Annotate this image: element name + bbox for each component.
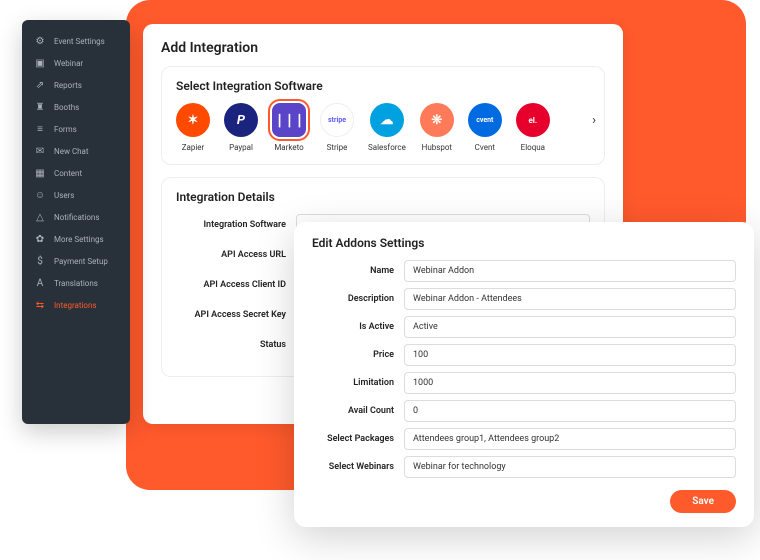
cvent-icon: cvent	[468, 103, 502, 137]
software-paypal[interactable]: P Paypal	[224, 103, 258, 152]
salesforce-icon: ☁	[370, 103, 404, 137]
sidebar: ⚙ Event Settings ▣ Webinar ⇗ Reports ♜ Booth…	[22, 20, 130, 424]
field-label: Select Packages	[312, 434, 404, 444]
sidebar-item-label: More Settings	[54, 235, 104, 244]
field-label: API Access URL	[176, 250, 296, 260]
name-input[interactable]	[404, 260, 736, 282]
field-label: Price	[312, 350, 404, 360]
eloqua-icon: el.	[516, 103, 550, 137]
sidebar-item-payment-setup[interactable]: $ Payment Setup	[22, 250, 130, 272]
hubspot-icon: ❊	[420, 103, 454, 137]
field-label: Limitation	[312, 378, 404, 388]
field-label: Is Active	[312, 322, 404, 332]
field-label: Avail Count	[312, 406, 404, 416]
stripe-icon: stripe	[320, 103, 354, 137]
sidebar-item-booths[interactable]: ♜ Booths	[22, 96, 130, 118]
software-label: Eloqua	[521, 143, 545, 152]
sidebar-item-label: Integrations	[54, 301, 97, 310]
save-button[interactable]: Save	[670, 490, 736, 513]
field-label: Select Webinars	[312, 462, 404, 472]
sidebar-item-label: Translations	[54, 279, 98, 288]
webinars-input[interactable]	[404, 456, 736, 478]
payment-icon: $	[34, 255, 46, 267]
sidebar-item-content[interactable]: ▦ Content	[22, 162, 130, 184]
chevron-right-icon: ›	[592, 113, 596, 128]
sidebar-item-more-settings[interactable]: ✿ More Settings	[22, 228, 130, 250]
software-row: ✶Zapier PPaypal ❘❘❘Marketo stripeStripe …	[176, 103, 590, 152]
sidebar-item-integrations[interactable]: ⇆ Integrations	[22, 294, 130, 316]
sidebar-item-reports[interactable]: ⇗ Reports	[22, 74, 130, 96]
video-icon: ▣	[34, 57, 46, 69]
sidebar-item-translations[interactable]: A Translations	[22, 272, 130, 294]
edit-addons-modal: Edit Addons Settings Name Description Is…	[294, 222, 754, 527]
section-title: Select Integration Software	[176, 79, 590, 93]
software-zapier[interactable]: ✶ Zapier	[176, 103, 210, 152]
marketo-icon: ❘❘❘	[272, 103, 306, 137]
sidebar-item-event-settings[interactable]: ⚙ Event Settings	[22, 30, 130, 52]
zapier-icon: ✶	[176, 103, 210, 137]
software-hubspot[interactable]: ❊ Hubspot	[420, 103, 454, 152]
section-title: Integration Details	[176, 190, 590, 204]
chat-icon: ✉	[34, 145, 46, 157]
description-input[interactable]	[404, 288, 736, 310]
sidebar-item-label: Event Settings	[54, 37, 105, 46]
software-stripe[interactable]: stripe Stripe	[320, 103, 354, 152]
software-select-box: Select Integration Software ✶ Zapier P Pay…	[161, 66, 605, 165]
sidebar-item-label: Payment Setup	[54, 257, 108, 266]
gear-icon: ⚙	[34, 35, 46, 47]
user-icon: ☺	[34, 189, 46, 201]
paypal-icon: P	[224, 103, 258, 137]
software-salesforce[interactable]: ☁ Salesforce	[368, 103, 406, 152]
field-label: Name	[312, 266, 404, 276]
content-icon: ▦	[34, 167, 46, 179]
sidebar-item-users[interactable]: ☺ Users	[22, 184, 130, 206]
software-label: Stripe	[327, 143, 348, 152]
bell-icon: △	[34, 211, 46, 223]
sidebar-item-new-chat[interactable]: ✉ New Chat	[22, 140, 130, 162]
software-label: Paypal	[229, 143, 253, 152]
field-label: API Access Client ID	[176, 280, 296, 290]
sidebar-item-forms[interactable]: ≡ Forms	[22, 118, 130, 140]
software-label: Marketo	[274, 143, 303, 152]
software-eloqua[interactable]: el. Eloqua	[516, 103, 550, 152]
avail-count-input[interactable]	[404, 400, 736, 422]
software-marketo[interactable]: ❘❘❘ Marketo	[272, 103, 306, 152]
sidebar-item-label: New Chat	[54, 147, 89, 156]
sidebar-item-webinar[interactable]: ▣ Webinar	[22, 52, 130, 74]
field-label: API Access Secret Key	[176, 310, 296, 320]
chart-icon: ⇗	[34, 79, 46, 91]
sidebar-item-label: Forms	[54, 125, 77, 134]
field-label: Description	[312, 294, 404, 304]
modal-title: Edit Addons Settings	[312, 236, 736, 250]
packages-input[interactable]	[404, 428, 736, 450]
scroll-right-button[interactable]: ›	[592, 113, 596, 128]
field-label: Integration Software	[176, 220, 296, 230]
sidebar-item-label: Notifications	[54, 213, 99, 222]
field-label: Status	[176, 340, 296, 350]
booth-icon: ♜	[34, 101, 46, 113]
is-active-input[interactable]	[404, 316, 736, 338]
sidebar-item-notifications[interactable]: △ Notifications	[22, 206, 130, 228]
software-cvent[interactable]: cvent Cvent	[468, 103, 502, 152]
sidebar-item-label: Content	[54, 169, 82, 178]
integrations-icon: ⇆	[34, 299, 46, 311]
software-label: Salesforce	[368, 143, 406, 152]
software-label: Cvent	[475, 143, 495, 152]
cog-icon: ✿	[34, 233, 46, 245]
sidebar-item-label: Reports	[54, 81, 82, 90]
sidebar-item-label: Booths	[54, 103, 79, 112]
page-title: Add Integration	[161, 40, 605, 56]
form-icon: ≡	[34, 123, 46, 135]
sidebar-item-label: Webinar	[54, 59, 83, 68]
software-label: Hubspot	[422, 143, 452, 152]
translate-icon: A	[34, 277, 46, 289]
price-input[interactable]	[404, 344, 736, 366]
limitation-input[interactable]	[404, 372, 736, 394]
sidebar-item-label: Users	[54, 191, 74, 200]
software-label: Zapier	[182, 143, 205, 152]
